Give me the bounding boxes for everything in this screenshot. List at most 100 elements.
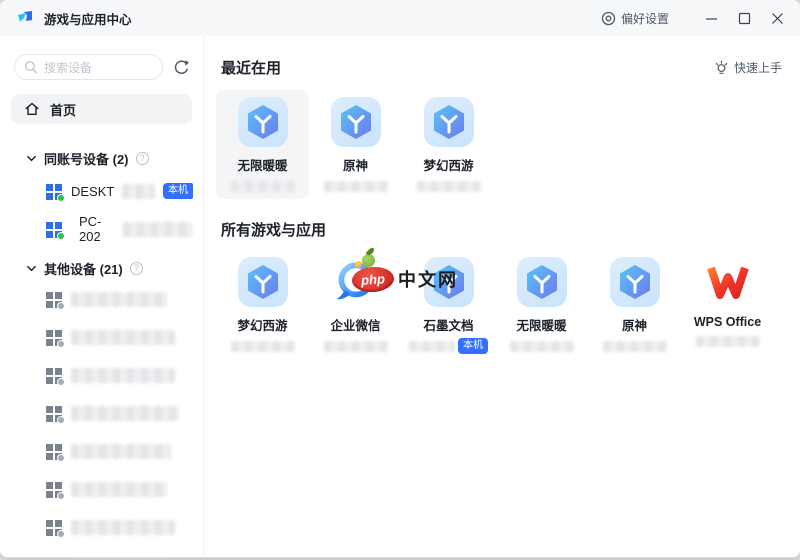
app-card-all-6[interactable]: WPS Office	[681, 257, 774, 359]
device-row[interactable]	[0, 394, 203, 432]
sidebar-item-home[interactable]: 首页	[11, 94, 192, 124]
redacted-subtitle	[230, 340, 295, 352]
redacted-subtitle	[230, 180, 295, 192]
hex-y-app-icon	[423, 257, 474, 307]
redacted-device-name	[71, 519, 175, 535]
quickstart-button[interactable]: 快速上手	[714, 59, 782, 76]
wps-icon	[703, 257, 753, 307]
minimize-button[interactable]	[695, 0, 728, 36]
offline-status-dot	[57, 339, 65, 348]
offline-status-dot	[57, 377, 65, 386]
device-row-partial[interactable]	[0, 546, 203, 557]
local-device-badge: 本机	[163, 183, 193, 199]
redacted-subtitle	[509, 340, 574, 352]
group-label: 其他设备 (21)	[44, 261, 123, 277]
device-row[interactable]	[0, 432, 203, 470]
redacted-subtitle	[323, 180, 388, 192]
app-label: 梦幻西游	[423, 159, 474, 173]
device-name-prefix: DESKT	[71, 183, 115, 199]
chevron-down-icon	[27, 155, 36, 161]
device-row[interactable]	[0, 280, 203, 318]
windows-device-icon	[46, 329, 65, 348]
redacted-subtitle	[409, 340, 455, 352]
hex-y-app-icon	[423, 97, 474, 147]
close-button[interactable]	[761, 0, 794, 36]
app-card-recent-3[interactable]: 梦幻西游	[402, 90, 495, 199]
app-card-all-1[interactable]: 梦幻西游	[216, 257, 309, 359]
device-row[interactable]	[0, 470, 203, 508]
windows-device-icon	[46, 557, 63, 558]
offline-status-dot	[57, 491, 65, 500]
redacted-device-name	[71, 329, 175, 345]
chevron-down-icon	[27, 265, 36, 271]
maximize-button[interactable]	[728, 0, 761, 36]
hex-y-app-icon	[237, 97, 288, 147]
device-name-prefix: PC-202	[79, 214, 102, 244]
group-label: 同账号设备 (2)	[44, 151, 129, 167]
redacted-device-name	[71, 481, 167, 497]
windows-device-icon	[46, 221, 65, 240]
hex-y-app-icon	[516, 257, 567, 307]
home-icon	[25, 102, 39, 116]
device-group-other[interactable]: 其他设备 (21) ?	[0, 260, 203, 277]
redacted-device-name	[122, 183, 155, 199]
maximize-icon	[738, 12, 751, 24]
search-icon	[24, 60, 38, 74]
app-label: 无限暖暖	[516, 319, 567, 333]
quickstart-label: 快速上手	[733, 61, 782, 75]
device-row[interactable]: PC-202	[0, 210, 203, 248]
device-row[interactable]	[0, 356, 203, 394]
offline-status-dot	[57, 301, 65, 310]
app-card-all-3[interactable]: 石墨文档 本机	[402, 257, 495, 359]
refresh-devices-button[interactable]	[171, 57, 191, 77]
windows-device-icon	[46, 481, 65, 500]
close-icon	[772, 12, 783, 24]
hex-y-app-icon	[609, 257, 660, 307]
app-logo-icon	[18, 10, 32, 22]
redacted-subtitle	[695, 335, 760, 347]
device-row-local[interactable]: DESKT 本机	[0, 172, 203, 210]
windows-device-icon	[46, 443, 65, 462]
preferences-label: 偏好设置	[620, 11, 669, 26]
offline-status-dot	[57, 415, 65, 424]
help-icon[interactable]: ?	[129, 261, 143, 275]
search-placeholder: 搜索设备	[44, 60, 93, 75]
recent-section-title: 最近在用	[221, 60, 282, 77]
redacted-device-name	[71, 367, 175, 383]
device-row[interactable]	[0, 318, 203, 356]
app-card-all-2[interactable]: 企业微信	[309, 257, 402, 359]
app-window: 游戏与应用中心 偏好设置 搜索设备 首页 同账号设备 (2) ? DESKT 本…	[0, 0, 800, 557]
preferences-button[interactable]: 偏好设置	[601, 10, 669, 27]
titlebar: 游戏与应用中心 偏好设置	[0, 0, 800, 36]
help-icon[interactable]: ?	[135, 151, 149, 165]
local-app-badge: 本机	[458, 338, 488, 354]
device-group-same-account[interactable]: 同账号设备 (2) ?	[0, 150, 203, 167]
app-label: 梦幻西游	[237, 319, 288, 333]
wecom-icon	[331, 257, 381, 307]
sidebar: 搜索设备 首页 同账号设备 (2) ? DESKT 本机 PC-202 其他设备…	[0, 36, 204, 557]
app-card-recent-1[interactable]: 无限暖暖	[216, 90, 309, 199]
redacted-subtitle	[323, 340, 388, 352]
hex-y-app-icon	[330, 97, 381, 147]
hex-y-app-icon	[237, 257, 288, 307]
app-card-all-4[interactable]: 无限暖暖	[495, 257, 588, 359]
windows-device-icon	[46, 291, 65, 310]
app-label: 无限暖暖	[237, 159, 288, 173]
all-apps-grid: 梦幻西游 企业微信 石墨文档 本机 无限暖暖 原神 WPS Office	[216, 257, 786, 359]
offline-status-dot	[57, 529, 65, 538]
redacted-subtitle	[602, 340, 667, 352]
redacted-device-name	[71, 291, 167, 307]
offline-status-dot	[57, 453, 65, 462]
device-list-other	[0, 280, 203, 557]
app-card-recent-2[interactable]: 原神	[309, 90, 402, 199]
windows-device-icon	[46, 519, 65, 538]
device-list-same-account: DESKT 本机 PC-202	[0, 172, 203, 248]
search-input[interactable]: 搜索设备	[14, 54, 163, 80]
redacted-device-name	[123, 221, 193, 237]
app-label: 原神	[342, 159, 368, 173]
minimize-icon	[706, 17, 717, 20]
redacted-subtitle	[416, 180, 481, 192]
device-row[interactable]	[0, 508, 203, 546]
app-label: 石墨文档	[423, 319, 474, 333]
app-card-all-5[interactable]: 原神	[588, 257, 681, 359]
